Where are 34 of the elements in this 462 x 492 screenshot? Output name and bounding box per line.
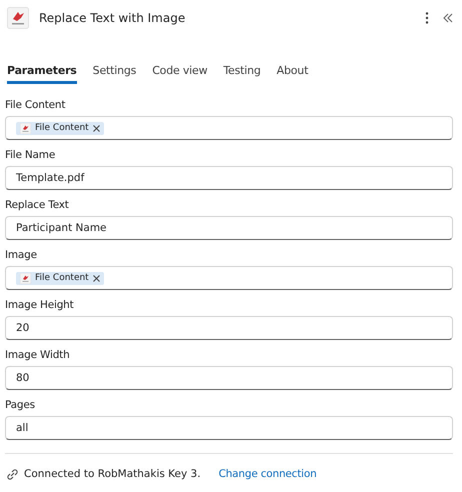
input-field[interactable]: File Content — [5, 266, 453, 290]
field-label: File Content — [5, 99, 66, 111]
more-options-icon[interactable] — [425, 12, 429, 24]
field-label: File Name — [5, 149, 56, 161]
change-connection-link[interactable]: Change connection — [218, 468, 317, 480]
logo-icon — [7, 7, 29, 29]
input-field[interactable]: 20 — [5, 316, 453, 340]
field-label: Image Width — [5, 349, 71, 361]
remove-icon[interactable] — [92, 274, 100, 282]
input-field[interactable]: all — [5, 416, 453, 440]
token-chip[interactable]: File Content — [16, 122, 104, 134]
connection-status: Connected to RobMathakis Key 3. — [24, 468, 201, 480]
field-label: Pages — [5, 399, 36, 411]
input-field[interactable]: 80 — [5, 366, 453, 390]
link-icon — [7, 468, 18, 480]
token-logo-icon — [20, 272, 31, 284]
token-chip[interactable]: File Content — [16, 272, 104, 284]
token-label: File Content — [35, 273, 89, 283]
panel-title: Replace Text with Image — [39, 11, 186, 25]
tab[interactable]: About — [276, 57, 308, 84]
tab[interactable]: Code view — [152, 57, 208, 84]
tab[interactable]: Testing — [223, 57, 261, 84]
token-label: File Content — [35, 123, 89, 133]
input-field[interactable]: Participant Name — [5, 216, 453, 240]
field-label: Image — [5, 249, 38, 261]
tab[interactable]: Settings — [92, 57, 136, 84]
token-logo-icon — [20, 122, 31, 134]
input-field[interactable]: Template.pdf — [5, 166, 453, 190]
collapse-icon[interactable] — [443, 13, 453, 23]
remove-icon[interactable] — [92, 124, 100, 132]
tab[interactable]: Parameters — [7, 57, 77, 84]
input-field[interactable]: File Content — [5, 116, 453, 140]
field-label: Image Height — [5, 299, 75, 311]
field-label: Replace Text — [5, 199, 70, 211]
